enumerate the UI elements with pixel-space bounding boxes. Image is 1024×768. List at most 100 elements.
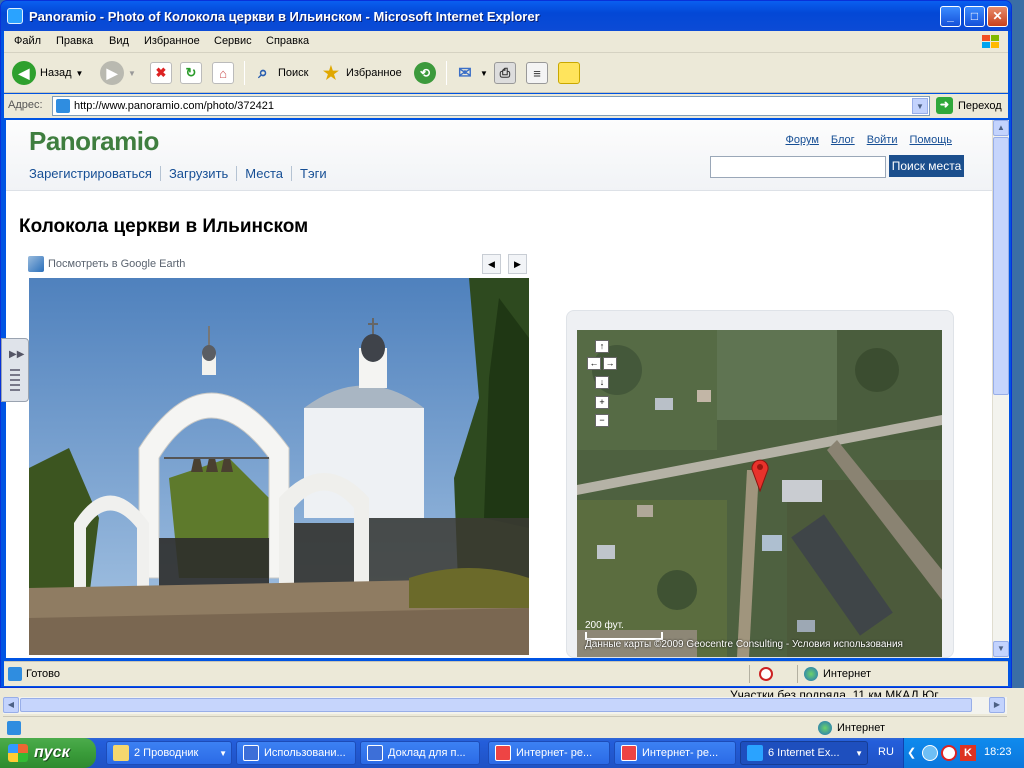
toolbar-separator xyxy=(446,61,447,85)
antivirus-icon[interactable]: K xyxy=(960,745,976,761)
task-explorer[interactable]: 2 Проводник ▼ xyxy=(106,741,232,765)
scale-label: 200 фут. xyxy=(585,620,624,631)
satellite-map[interactable]: ↑ ← → ↓ + − 200 фут. Данные карты ©2009 … xyxy=(577,330,942,657)
map-copyright[interactable]: Данные карты ©2009 Geocentre Consulting … xyxy=(585,639,903,650)
clock[interactable]: 18:23 xyxy=(984,746,1012,758)
address-input[interactable]: http://www.panoramio.com/photo/372421 ▼ xyxy=(52,96,930,116)
menu-file[interactable]: Файл xyxy=(14,35,41,47)
zoom-out-button[interactable]: − xyxy=(595,414,609,427)
prev-photo-button[interactable]: ◀ xyxy=(482,254,501,274)
task-label: 6 Internet Ex... xyxy=(768,747,840,759)
web-page: Panoramio Зарегистрироваться Загрузить М… xyxy=(6,120,992,658)
menu-edit[interactable]: Правка xyxy=(56,35,93,47)
scroll-thumb[interactable] xyxy=(993,137,1009,395)
link-login[interactable]: Войти xyxy=(867,134,898,146)
home-icon[interactable]: ⌂ xyxy=(212,62,234,84)
panoramio-logo[interactable]: Panoramio xyxy=(29,126,159,157)
link-help[interactable]: Помощь xyxy=(910,134,953,146)
vertical-scrollbar[interactable]: ▲ ▼ xyxy=(992,120,1009,658)
map-marker-icon[interactable] xyxy=(751,458,769,492)
back-button[interactable]: ◀ Назад ▼ xyxy=(12,61,83,85)
task-word-report[interactable]: Доклад для п... xyxy=(360,741,480,765)
church-gate-photo xyxy=(29,278,529,655)
satellite-imagery xyxy=(577,330,942,657)
address-url[interactable]: http://www.panoramio.com/photo/372421 xyxy=(74,100,274,112)
nav-places[interactable]: Места xyxy=(236,166,291,181)
logo-text: Panoramio xyxy=(29,126,159,156)
nav-tags[interactable]: Тэги xyxy=(291,166,335,181)
history-icon[interactable]: ⟲ xyxy=(414,62,436,84)
word-doc-icon xyxy=(243,745,259,761)
menu-view[interactable]: Вид xyxy=(109,35,129,47)
start-button[interactable]: пуск xyxy=(0,738,96,768)
place-search-button[interactable]: Поиск места xyxy=(889,155,964,177)
internet-zone-icon xyxy=(804,667,818,681)
pan-down-button[interactable]: ↓ xyxy=(595,376,609,389)
go-arrow-icon: ➜ xyxy=(936,97,953,114)
refresh-icon[interactable]: ↻ xyxy=(180,62,202,84)
map-panel: ↑ ← → ↓ + − 200 фут. Данные карты ©2009 … xyxy=(566,310,954,658)
link-forum[interactable]: Форум xyxy=(786,134,819,146)
mail-icon[interactable]: ✉ xyxy=(454,62,476,84)
nav-register[interactable]: Зарегистрироваться xyxy=(29,166,160,181)
security-icon[interactable] xyxy=(941,745,957,761)
language-indicator[interactable]: RU xyxy=(878,746,894,758)
note-icon[interactable] xyxy=(558,62,580,84)
place-search-input[interactable] xyxy=(710,156,886,178)
google-earth-link[interactable]: Посмотреть в Google Earth xyxy=(28,256,185,272)
zoom-in-button[interactable]: + xyxy=(595,396,609,409)
blocked-icon[interactable] xyxy=(759,667,773,681)
network-icon[interactable] xyxy=(922,745,938,761)
close-button[interactable]: ✕ xyxy=(987,6,1008,27)
page-icon xyxy=(56,99,70,113)
task-internet-1[interactable]: Интернет- ре... xyxy=(488,741,610,765)
back-arrow-icon: ◀ xyxy=(12,61,36,85)
menu-tools[interactable]: Сервис xyxy=(214,35,252,47)
search-icon: ⌕ xyxy=(258,63,268,82)
mail-dropdown-icon[interactable]: ▼ xyxy=(480,69,488,78)
favorites-label: Избранное xyxy=(346,67,402,79)
side-panel-handle[interactable]: ▶▶ xyxy=(1,338,29,402)
go-button[interactable]: ➜ Переход xyxy=(936,97,1002,114)
tray-expand-icon[interactable]: ❮ xyxy=(907,746,916,759)
scroll-down-button[interactable]: ▼ xyxy=(993,641,1009,657)
group-dropdown-icon: ▼ xyxy=(855,748,863,758)
minimize-button[interactable]: _ xyxy=(940,6,961,27)
menu-help[interactable]: Справка xyxy=(266,35,309,47)
forward-dropdown-icon[interactable]: ▼ xyxy=(128,69,136,78)
nav-upload[interactable]: Загрузить xyxy=(159,166,236,181)
scroll-up-button[interactable]: ▲ xyxy=(993,120,1009,136)
print-icon[interactable]: ⎙ xyxy=(494,62,516,84)
link-blog[interactable]: Блог xyxy=(831,134,855,146)
task-internet-2[interactable]: Интернет- ре... xyxy=(614,741,736,765)
horizontal-scroll-thumb[interactable] xyxy=(20,698,972,712)
edit-icon[interactable]: ≡ xyxy=(526,62,548,84)
star-icon: ★ xyxy=(322,62,340,83)
zone-text: Интернет xyxy=(823,668,871,680)
favorites-button[interactable]: ★ Избранное xyxy=(320,61,402,85)
forward-button[interactable]: ▶ ▼ xyxy=(100,61,136,85)
windows-logo-icon xyxy=(982,35,999,48)
folder-icon xyxy=(113,745,129,761)
next-photo-button[interactable]: ▶ xyxy=(508,254,527,274)
stop-icon[interactable]: ✖ xyxy=(150,62,172,84)
forward-arrow-icon: ▶ xyxy=(100,61,124,85)
back-dropdown-icon[interactable]: ▼ xyxy=(76,69,84,78)
windows-flag-icon xyxy=(8,744,28,762)
scroll-right-button[interactable]: ▶ xyxy=(989,697,1005,713)
scroll-left-button[interactable]: ◀ xyxy=(3,697,19,713)
search-button[interactable]: ⌕ Поиск xyxy=(252,61,308,85)
internet-zone-icon xyxy=(818,721,832,735)
pan-left-button[interactable]: ← xyxy=(587,357,601,370)
address-dropdown-icon[interactable]: ▼ xyxy=(912,98,928,114)
task-internet-explorer[interactable]: 6 Internet Ex... ▼ xyxy=(740,741,868,765)
horizontal-scrollbar[interactable]: ◀ ▶ xyxy=(3,697,1007,714)
web-app-icon xyxy=(495,745,511,761)
maximize-button[interactable]: □ xyxy=(964,6,985,27)
photo-image[interactable] xyxy=(29,278,529,655)
menu-favorites[interactable]: Избранное xyxy=(144,35,200,47)
title-bar[interactable]: Panoramio - Photo of Колокола церкви в И… xyxy=(1,1,1011,31)
pan-right-button[interactable]: → xyxy=(603,357,617,370)
pan-up-button[interactable]: ↑ xyxy=(595,340,609,353)
task-word-usage[interactable]: Использовани... xyxy=(236,741,356,765)
